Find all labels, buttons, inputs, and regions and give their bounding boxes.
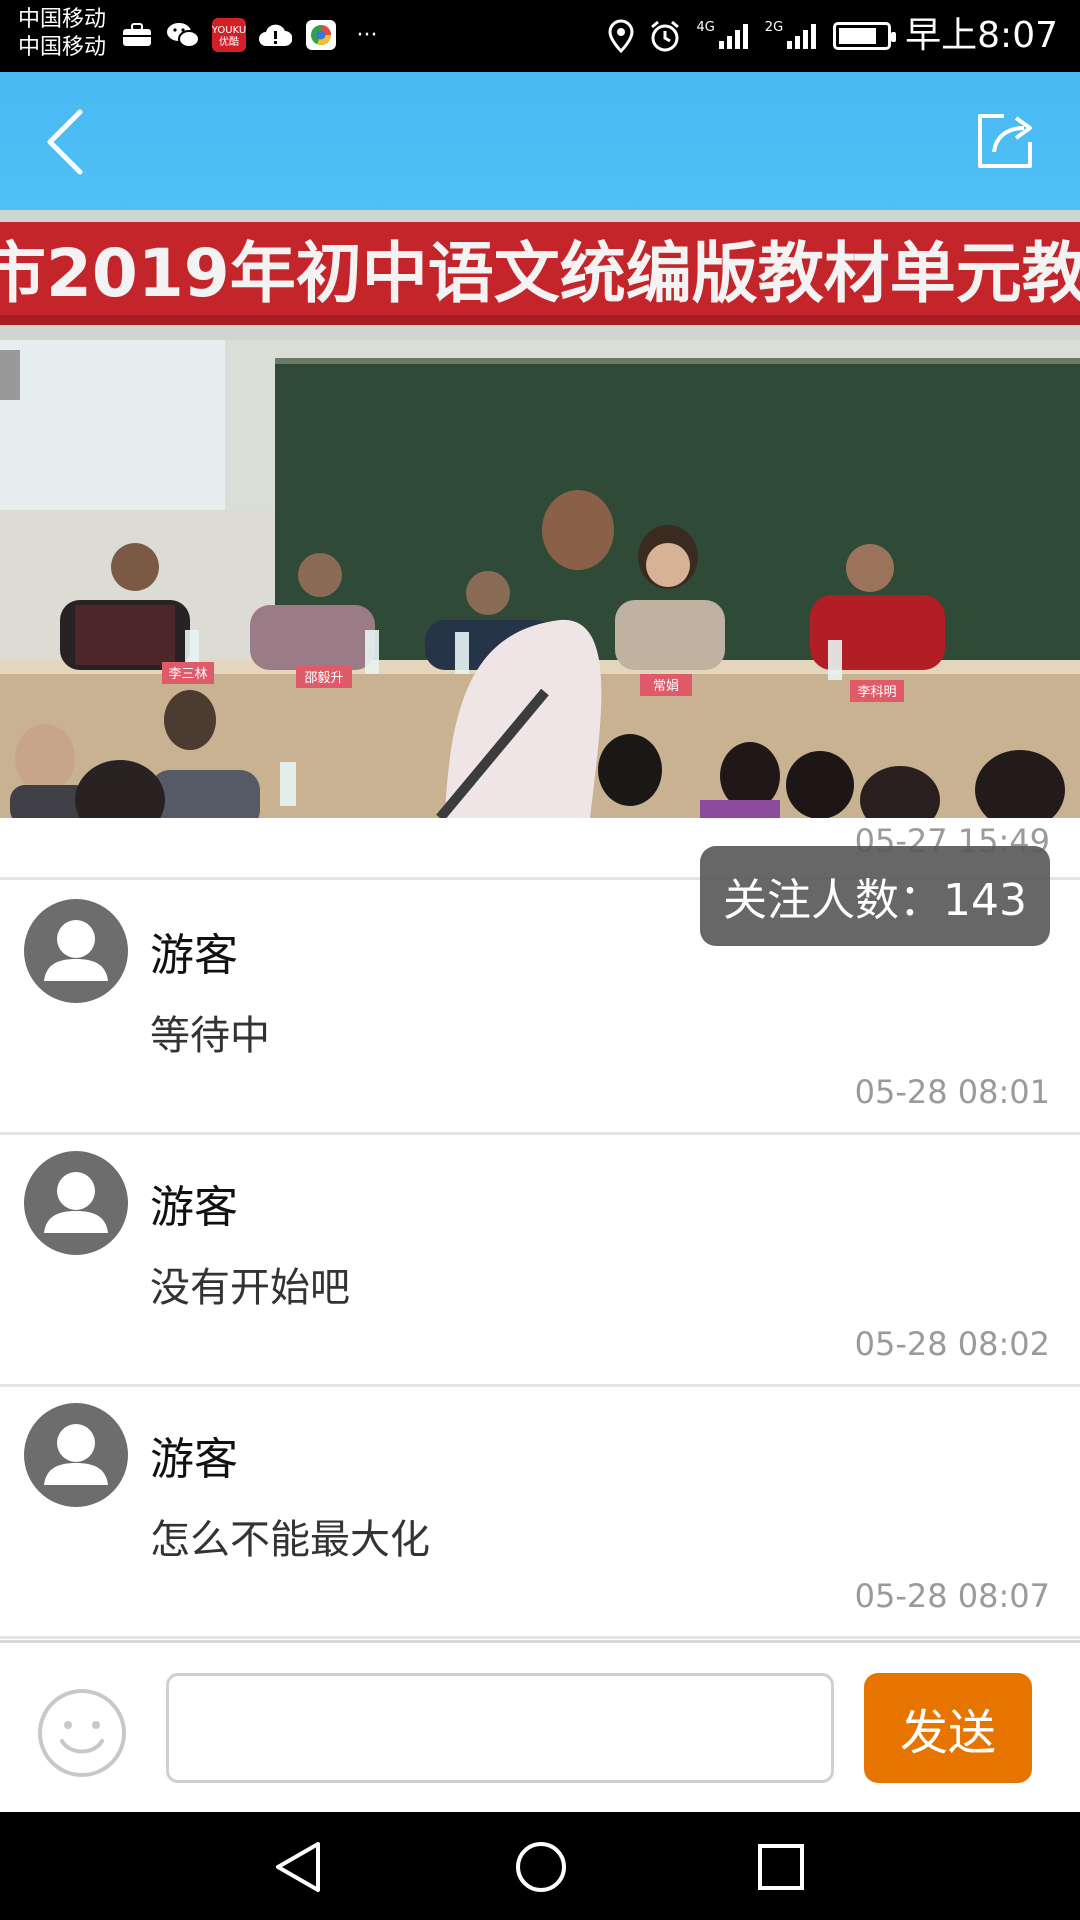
network-type-2g: 2G (764, 20, 784, 35)
video-frame: 市2019年初中语文统编版教材单元教学暨“语文主题学习” (0, 210, 1080, 818)
nameplate-3: 常娟 (653, 679, 679, 694)
send-button[interactable]: 发送 (864, 1673, 1032, 1783)
comment-input[interactable] (166, 1673, 834, 1783)
message-text: 没有开始吧 (150, 1265, 350, 1311)
location-icon (608, 19, 634, 53)
battery-icon (833, 22, 897, 50)
wechat-icon (166, 20, 200, 50)
smiley-icon (38, 1689, 126, 1777)
share-button[interactable] (974, 108, 1038, 172)
carrier-1: 中国移动 (18, 7, 107, 32)
message-time: 05-28 08:01 (854, 1073, 1050, 1111)
network-type-4g: 4G (696, 20, 715, 35)
message-author: 游客 (150, 1434, 238, 1485)
list-item: 游客 怎么不能最大化 05-28 08:07 (0, 1387, 1080, 1639)
back-triangle-icon[interactable] (272, 1840, 324, 1894)
user-icon (44, 920, 108, 981)
message-author: 游客 (150, 930, 238, 981)
message-text: 等待中 (150, 1013, 270, 1059)
top-navigation-bar (0, 72, 1080, 210)
back-button[interactable] (38, 100, 118, 180)
carrier-names: 中国移动 中国移动 (18, 6, 106, 62)
user-icon (44, 1172, 108, 1233)
nameplate-2: 邵毅升 (304, 670, 343, 686)
status-bar: 中国移动 中国移动 YOUKU 优酷 ··· 4G 2G 早上8:07 (0, 0, 1080, 72)
browser-icon (304, 20, 338, 50)
more-notifications-icon: ··· (356, 22, 378, 48)
share-icon (978, 114, 1032, 168)
recent-apps-square-icon[interactable] (756, 1842, 806, 1892)
signal-2g-icon: 2G (765, 21, 819, 51)
notification-icons: YOUKU 优酷 ··· (120, 18, 384, 52)
avatar (24, 1403, 128, 1507)
signal-4g-icon: 4G (696, 21, 750, 51)
clock: 早上8:07 (905, 15, 1058, 56)
avatar (24, 899, 128, 1003)
youku-icon: YOUKU 优酷 (212, 18, 246, 52)
user-icon (44, 1424, 108, 1485)
message-time: 05-28 08:02 (854, 1325, 1050, 1363)
system-navigation-bar (0, 1812, 1080, 1920)
avatar (24, 1151, 128, 1255)
alert-cloud-icon (258, 20, 292, 50)
nameplate-4: 李科明 (857, 685, 896, 700)
list-item: 游客 没有开始吧 05-28 08:02 (0, 1135, 1080, 1387)
home-circle-icon[interactable] (514, 1840, 568, 1894)
briefcase-icon (120, 20, 154, 50)
comment-input-bar: 发送 (0, 1640, 1080, 1812)
status-indicators: 4G 2G 早上8:07 (608, 14, 1058, 58)
live-video-player[interactable]: 市2019年初中语文统编版教材单元教学暨“语文主题学习” (0, 210, 1080, 818)
emoji-button[interactable] (36, 1687, 128, 1779)
chevron-left-icon (47, 109, 83, 175)
message-text: 怎么不能最大化 (150, 1517, 430, 1563)
alarm-icon (651, 20, 680, 52)
message-time: 05-28 08:07 (854, 1577, 1050, 1615)
nameplate-1: 李三林 (168, 667, 207, 682)
follower-count-badge: 关注人数：143 (700, 846, 1050, 946)
message-author: 游客 (150, 1182, 238, 1233)
carrier-2: 中国移动 (18, 35, 107, 60)
banner-text: 市2019年初中语文统编版教材单元教学暨“语文主题学习” (0, 235, 1080, 312)
